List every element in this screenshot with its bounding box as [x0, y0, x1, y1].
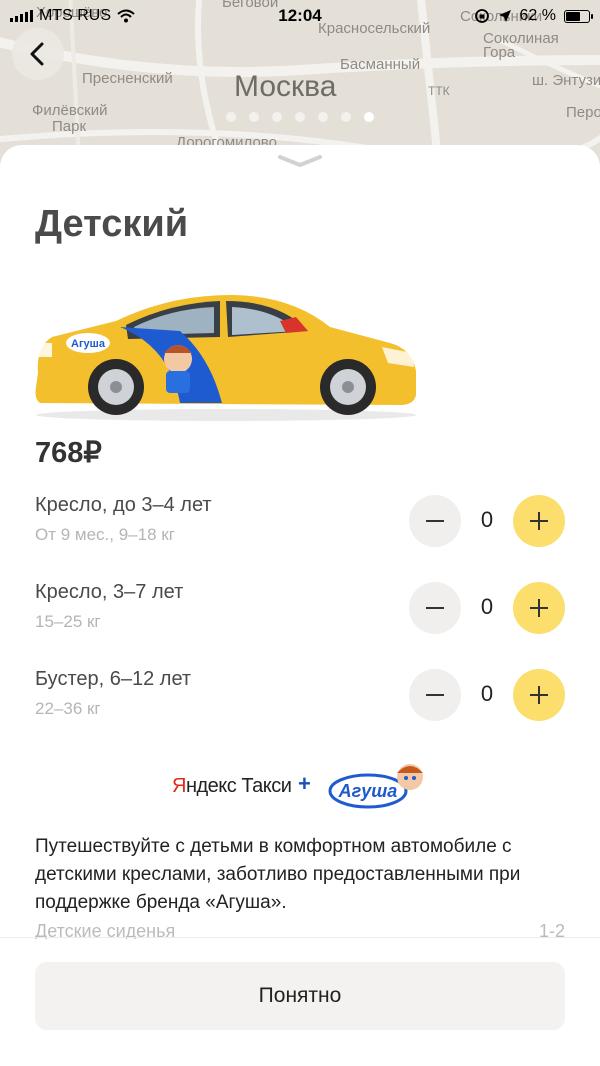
svg-text:Агуша: Агуша — [338, 781, 398, 801]
map-label: Басманный — [340, 56, 421, 73]
map-label: Гора — [483, 44, 516, 61]
carrier-name: MTS RUS — [39, 7, 111, 24]
seat-option-name: Кресло, до 3–4 лет — [35, 494, 212, 516]
taxi-car-image: Агуша — [35, 295, 416, 421]
partner-brand-row: Яндекс Такси + Агуша — [0, 757, 600, 817]
battery-percent: 62 % — [519, 7, 556, 24]
map-label: ТТК — [428, 84, 450, 98]
seat-count: 0 — [480, 681, 494, 706]
pager-dot[interactable] — [341, 112, 351, 122]
decrement-button[interactable] — [409, 669, 461, 721]
seat-count: 0 — [480, 594, 494, 619]
yandex-taxi-logo: Яндекс Такси — [172, 775, 292, 797]
signal-icon — [10, 10, 33, 22]
battery-icon — [564, 9, 593, 23]
plus-icon — [530, 686, 548, 704]
pager-dot[interactable] — [249, 112, 259, 122]
map-label: ш. Энтузи — [532, 72, 600, 89]
chevron-left-icon — [30, 42, 44, 66]
tariff-title: Детский — [35, 203, 189, 245]
seat-option-row: Кресло, 3–7 лет 15–25 кг 0 — [0, 581, 600, 641]
status-bar: MTS RUS 12:04 62 % — [0, 0, 600, 32]
seat-option-subtitle: 22–36 кг — [35, 699, 101, 718]
minus-icon — [426, 694, 444, 696]
pager-dot[interactable] — [364, 112, 374, 122]
seat-option-name: Кресло, 3–7 лет — [35, 581, 184, 603]
footer-divider — [0, 937, 600, 938]
ok-button[interactable]: Понятно — [35, 962, 565, 1030]
map-city-label: Москва — [234, 70, 337, 103]
decrement-button[interactable] — [409, 582, 461, 634]
pager-dot[interactable] — [226, 112, 236, 122]
plus-icon — [530, 512, 548, 530]
location-arrow-icon — [498, 10, 511, 22]
sheet-collapse-icon[interactable] — [276, 153, 324, 169]
tariff-sheet: Детский Агуша 768₽ Кресло, до 3–4 лет От… — [0, 145, 600, 1066]
agusha-logo: Агуша — [328, 764, 423, 809]
minus-icon — [426, 520, 444, 522]
seat-option-subtitle: От 9 мес., 9–18 кг — [35, 525, 175, 544]
minus-icon — [426, 607, 444, 609]
increment-button[interactable] — [513, 582, 565, 634]
pager-dot[interactable] — [295, 112, 305, 122]
map-label: Пресненский — [82, 70, 173, 87]
status-time: 12:04 — [278, 6, 322, 25]
seat-option-name: Бустер, 6–12 лет — [35, 668, 192, 690]
plus-icon — [530, 599, 548, 617]
seat-option-row: Бустер, 6–12 лет 22–36 кг 0 — [0, 668, 600, 728]
pager-dots[interactable] — [0, 112, 600, 122]
pager-dot[interactable] — [272, 112, 282, 122]
seat-option-row: Кресло, до 3–4 лет От 9 мес., 9–18 кг 0 — [0, 494, 600, 554]
tariff-price: 768₽ — [35, 437, 102, 469]
wifi-icon — [117, 9, 135, 23]
svg-text:Агуша: Агуша — [71, 338, 106, 350]
seat-option-subtitle: 15–25 кг — [35, 612, 101, 631]
pager-dot[interactable] — [318, 112, 328, 122]
increment-button[interactable] — [513, 495, 565, 547]
decrement-button[interactable] — [409, 495, 461, 547]
increment-button[interactable] — [513, 669, 565, 721]
plus-sign: + — [298, 771, 311, 796]
seat-count: 0 — [480, 507, 494, 532]
tariff-description: Путешествуйте с детьми в комфортном авто… — [35, 836, 521, 913]
rotation-lock-icon — [474, 9, 489, 23]
back-button[interactable] — [12, 28, 64, 80]
